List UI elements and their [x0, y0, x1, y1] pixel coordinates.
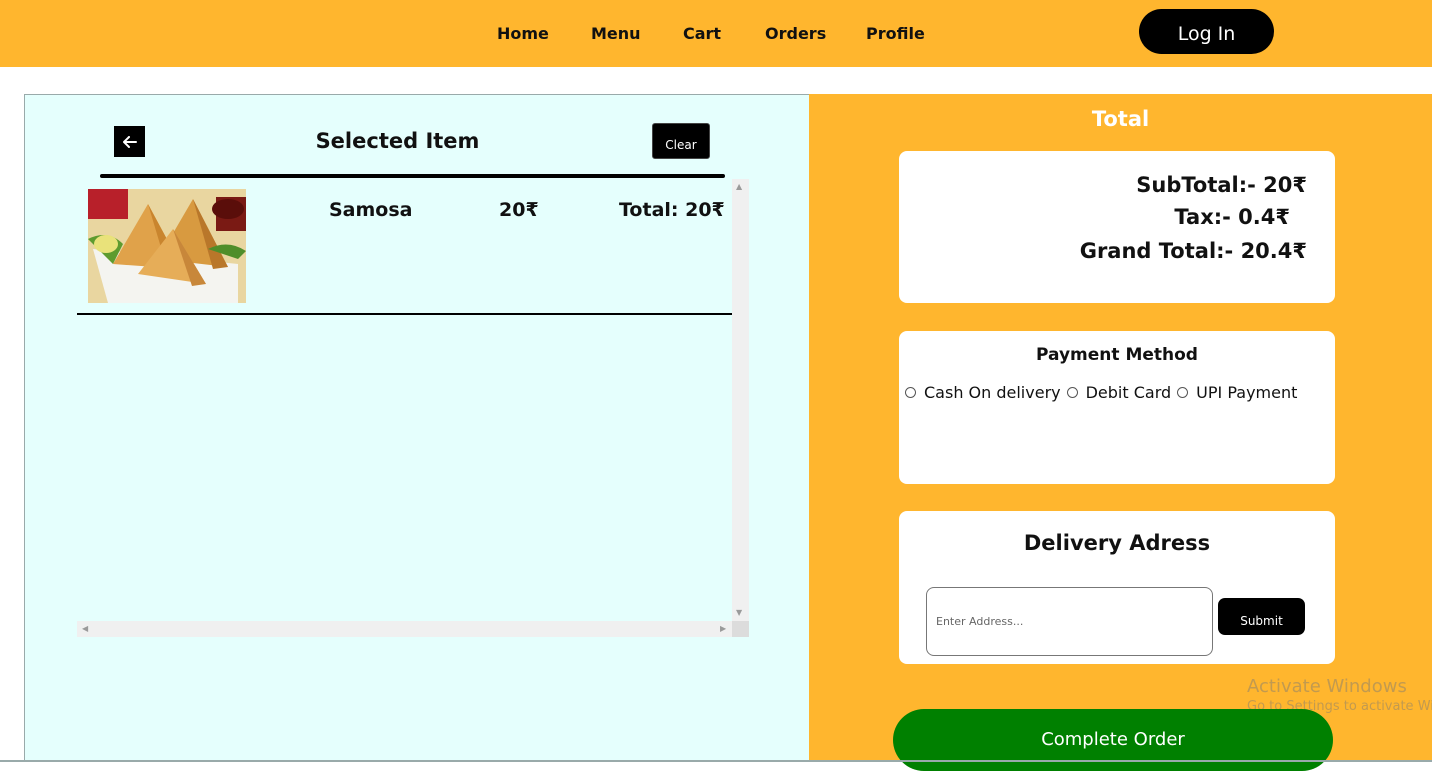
payment-options: Cash On delivery Debit Card UPI Payment — [905, 383, 1303, 402]
totals-card: SubTotal:- 20₹ Tax:- 0.4₹ Grand Total:- … — [899, 151, 1335, 303]
top-nav-bar: Home Menu Cart Orders Profile Log In — [0, 0, 1432, 67]
horizontal-scrollbar[interactable]: ◀ ▶ — [77, 621, 732, 637]
address-input[interactable] — [926, 587, 1213, 656]
scroll-left-icon[interactable]: ◀ — [82, 624, 88, 633]
item-total: Total: 20₹ — [619, 199, 725, 221]
payment-method-title: Payment Method — [1036, 345, 1198, 365]
nav-cart[interactable]: Cart — [683, 24, 721, 43]
item-name: Samosa — [329, 199, 413, 221]
payment-option-label: Cash On delivery — [924, 383, 1061, 402]
nav-orders[interactable]: Orders — [765, 24, 826, 43]
selected-item-title: Selected Item — [315, 129, 480, 153]
total-heading: Total — [1091, 107, 1150, 131]
watermark-line-1: Activate Windows — [1247, 676, 1407, 697]
clear-button[interactable]: Clear — [652, 123, 710, 159]
radio-button[interactable] — [1066, 387, 1078, 398]
cart-items-list: Samosa 20₹ Total: 20₹ ▲ ▼ ◀ ▶ — [77, 179, 749, 637]
radio-button[interactable] — [905, 387, 916, 398]
order-summary-panel: Total SubTotal:- 20₹ Tax:- 0.4₹ Grand To… — [809, 94, 1432, 771]
payment-option-upi[interactable]: UPI Payment — [1177, 383, 1297, 402]
submit-address-button[interactable]: Submit — [1218, 598, 1305, 635]
payment-option-debit[interactable]: Debit Card — [1066, 383, 1172, 402]
scroll-up-icon[interactable]: ▲ — [736, 182, 742, 191]
scrollbar-corner — [732, 621, 749, 637]
login-button[interactable]: Log In — [1139, 9, 1274, 54]
radio-button[interactable] — [1177, 387, 1189, 398]
selected-items-panel: Selected Item Clear Samosa 20₹ Total: 20… — [24, 94, 809, 762]
arrow-left-icon — [122, 135, 137, 148]
samosa-image — [88, 189, 246, 303]
nav-menu[interactable]: Menu — [591, 24, 641, 43]
payment-option-label: Debit Card — [1085, 383, 1172, 402]
payment-method-card: Payment Method Cash On delivery Debit Ca… — [899, 331, 1335, 484]
title-divider — [100, 174, 725, 178]
tax-text: Tax:- 0.4₹ — [1174, 205, 1290, 229]
payment-option-cash[interactable]: Cash On delivery — [905, 383, 1061, 402]
scroll-right-icon[interactable]: ▶ — [720, 624, 726, 633]
delivery-address-title: Delivery Adress — [1023, 531, 1211, 555]
subtotal-text: SubTotal:- 20₹ — [1136, 173, 1307, 197]
payment-option-label: UPI Payment — [1196, 383, 1298, 402]
back-button[interactable] — [114, 126, 145, 157]
nav-home[interactable]: Home — [497, 24, 549, 43]
nav-profile[interactable]: Profile — [866, 24, 925, 43]
delivery-address-card: Delivery Adress Submit — [899, 511, 1335, 664]
grand-total-text: Grand Total:- 20.4₹ — [1079, 239, 1307, 263]
scroll-down-icon[interactable]: ▼ — [736, 608, 742, 617]
item-price: 20₹ — [499, 199, 539, 221]
vertical-scrollbar[interactable]: ▲ ▼ — [732, 179, 749, 621]
cart-item-row: Samosa 20₹ Total: 20₹ — [77, 179, 732, 315]
